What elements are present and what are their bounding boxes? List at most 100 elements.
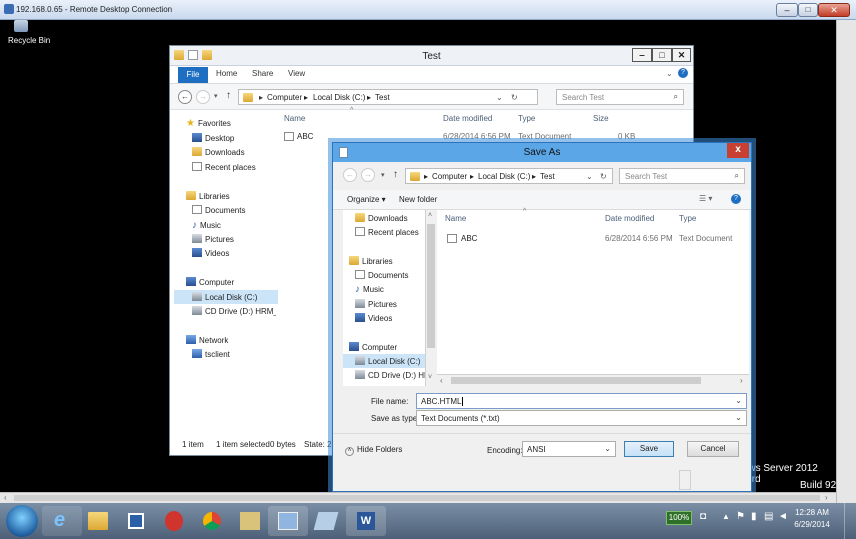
remote-desktop-taskbar-icon[interactable]	[268, 506, 308, 536]
explorer-minimize-button[interactable]: ‒	[632, 48, 652, 62]
app-taskbar-icon[interactable]	[230, 506, 270, 536]
navigation-pane-scrollbar[interactable]: ˄ ˅	[425, 210, 436, 386]
new-folder-button[interactable]: New folder	[399, 195, 437, 204]
scrollbar-thumb[interactable]	[14, 495, 820, 501]
security-taskbar-icon[interactable]	[154, 506, 194, 536]
recent-locations-icon[interactable]: ▾	[214, 92, 218, 100]
table-row[interactable]: ABC 6/28/2014 6:56 PM Text Document	[437, 232, 749, 246]
breadcrumb-local-disk[interactable]: Local Disk (C:)	[313, 93, 365, 102]
search-icon[interactable]: ⌕	[735, 171, 739, 181]
chevron-down-icon[interactable]: ⌄	[604, 444, 611, 453]
cancel-button[interactable]: Cancel	[687, 441, 739, 457]
nav-favorites[interactable]: ★ Favorites	[186, 118, 231, 129]
breadcrumb-test[interactable]: Test	[375, 93, 390, 102]
breadcrumb-computer[interactable]: Computer	[267, 93, 302, 102]
up-arrow-icon[interactable]: ↑	[226, 90, 231, 101]
save-button[interactable]: Save	[624, 441, 674, 457]
tray-app-icon[interactable]: ◘	[700, 511, 706, 522]
up-arrow-icon[interactable]: ↑	[393, 169, 398, 180]
nav-local-disk[interactable]: Local Disk (C:)	[343, 354, 425, 368]
column-header-name[interactable]: Name	[284, 114, 305, 123]
rdc-close-button[interactable]: ✕	[818, 3, 850, 17]
nav-tsclient[interactable]: tsclient	[192, 349, 230, 359]
tool-taskbar-icon[interactable]	[306, 506, 346, 536]
nav-desktop[interactable]: Desktop	[192, 133, 234, 143]
recycle-bin-icon[interactable]	[14, 20, 28, 32]
rdc-horizontal-scrollbar[interactable]: ‹ ›	[0, 492, 836, 503]
file-name-input[interactable]: ABC.HTML ⌄	[416, 393, 747, 409]
view-options-icon[interactable]: ☰ ▾	[699, 194, 712, 203]
recent-locations-icon[interactable]: ▾	[381, 171, 385, 179]
column-header-date[interactable]: Date modified	[443, 114, 492, 123]
forward-button[interactable]: →	[361, 168, 375, 182]
ribbon-tab-file[interactable]: File	[178, 67, 208, 83]
rdc-maximize-button[interactable]: □	[798, 3, 818, 17]
chrome-taskbar-icon[interactable]	[192, 506, 232, 536]
breadcrumb-test[interactable]: Test	[540, 172, 555, 181]
address-bar[interactable]: ▸ Computer ▸ Local Disk (C:) ▸ Test ⌄ ↻	[238, 89, 538, 105]
address-dropdown-icon[interactable]: ⌄	[586, 172, 593, 181]
help-icon[interactable]: ?	[731, 194, 741, 204]
nav-videos[interactable]: Videos	[355, 313, 392, 323]
scrollbar-thumb[interactable]	[451, 377, 701, 384]
breadcrumb-computer[interactable]: Computer	[432, 172, 467, 181]
explorer-taskbar-icon[interactable]	[78, 506, 118, 536]
battery-indicator[interactable]: 100%	[666, 511, 692, 525]
organize-button[interactable]: Organize ▾	[347, 195, 386, 204]
column-header-name[interactable]: Name	[445, 214, 466, 223]
explorer-maximize-button[interactable]: □	[652, 48, 672, 62]
save-as-type-select[interactable]: Text Documents (*.txt) ⌄	[416, 410, 747, 426]
scroll-left-icon[interactable]: ‹	[440, 376, 443, 385]
nav-cd-drive[interactable]: CD Drive (D:) HRI	[355, 370, 425, 380]
nav-music[interactable]: ♪ Music	[192, 220, 221, 231]
column-header-date[interactable]: Date modified	[605, 214, 654, 223]
refresh-icon[interactable]: ↻	[600, 172, 607, 181]
nav-recent-places[interactable]: Recent places	[192, 162, 256, 172]
nav-downloads[interactable]: Downloads	[355, 213, 408, 223]
flag-icon[interactable]: ⚑	[736, 511, 745, 522]
nav-network[interactable]: Network	[186, 335, 228, 345]
nav-documents[interactable]: Documents	[192, 205, 245, 215]
column-header-size[interactable]: Size	[593, 114, 609, 123]
network-icon[interactable]: ▤	[764, 511, 773, 522]
ribbon-expand-icon[interactable]: ⌄	[666, 69, 673, 78]
power-icon[interactable]: ▮	[751, 511, 757, 522]
show-desktop-button[interactable]	[844, 503, 856, 539]
word-taskbar-icon[interactable]: W	[346, 506, 386, 536]
dialog-resize-scroll[interactable]	[679, 470, 691, 490]
rdc-vertical-scrollbar[interactable]	[836, 20, 856, 506]
scroll-down-icon[interactable]: ˅	[428, 374, 432, 381]
search-icon[interactable]: ⌕	[674, 92, 678, 102]
column-header-type[interactable]: Type	[518, 114, 535, 123]
forward-button[interactable]: →	[196, 90, 210, 104]
show-hidden-icons[interactable]: ▲	[722, 512, 730, 521]
address-dropdown-icon[interactable]: ⌄	[496, 93, 503, 102]
nav-computer[interactable]: Computer	[349, 342, 397, 352]
nav-cd-drive[interactable]: CD Drive (D:) HRM_S	[192, 306, 276, 316]
back-button[interactable]: ←	[178, 90, 192, 104]
help-icon[interactable]: ?	[678, 68, 688, 78]
ie-taskbar-icon[interactable]: e	[42, 506, 82, 536]
back-button[interactable]: ←	[343, 168, 357, 182]
chevron-down-icon[interactable]: ⌄	[735, 396, 742, 405]
save-as-close-button[interactable]: x	[727, 143, 749, 158]
explorer-search-input[interactable]: Search Test ⌕	[556, 89, 684, 105]
media-taskbar-icon[interactable]	[116, 506, 156, 536]
save-as-address-bar[interactable]: ▸ Computer ▸ Local Disk (C:) ▸ Test ⌄ ↻	[405, 168, 613, 184]
clock[interactable]: 12:28 AM 6/29/2014	[786, 507, 838, 531]
nav-documents[interactable]: Documents	[355, 270, 408, 280]
column-header-type[interactable]: Type	[679, 214, 696, 223]
nav-pictures[interactable]: Pictures	[192, 234, 234, 244]
nav-computer[interactable]: Computer	[186, 277, 234, 287]
file-list-horizontal-scrollbar[interactable]: ‹ ›	[437, 374, 749, 386]
scroll-left-icon[interactable]: ‹	[4, 493, 7, 502]
save-as-search-input[interactable]: Search Test ⌕	[619, 168, 745, 184]
nav-pictures[interactable]: Pictures	[355, 299, 397, 309]
scroll-right-icon[interactable]: ›	[825, 493, 828, 502]
nav-downloads[interactable]: Downloads	[192, 147, 245, 157]
rdc-minimize-button[interactable]: ‒	[776, 3, 798, 17]
nav-videos[interactable]: Videos	[192, 248, 229, 258]
nav-libraries[interactable]: Libraries	[349, 256, 393, 266]
refresh-icon[interactable]: ↻	[511, 93, 518, 102]
breadcrumb-local-disk[interactable]: Local Disk (C:)	[478, 172, 530, 181]
